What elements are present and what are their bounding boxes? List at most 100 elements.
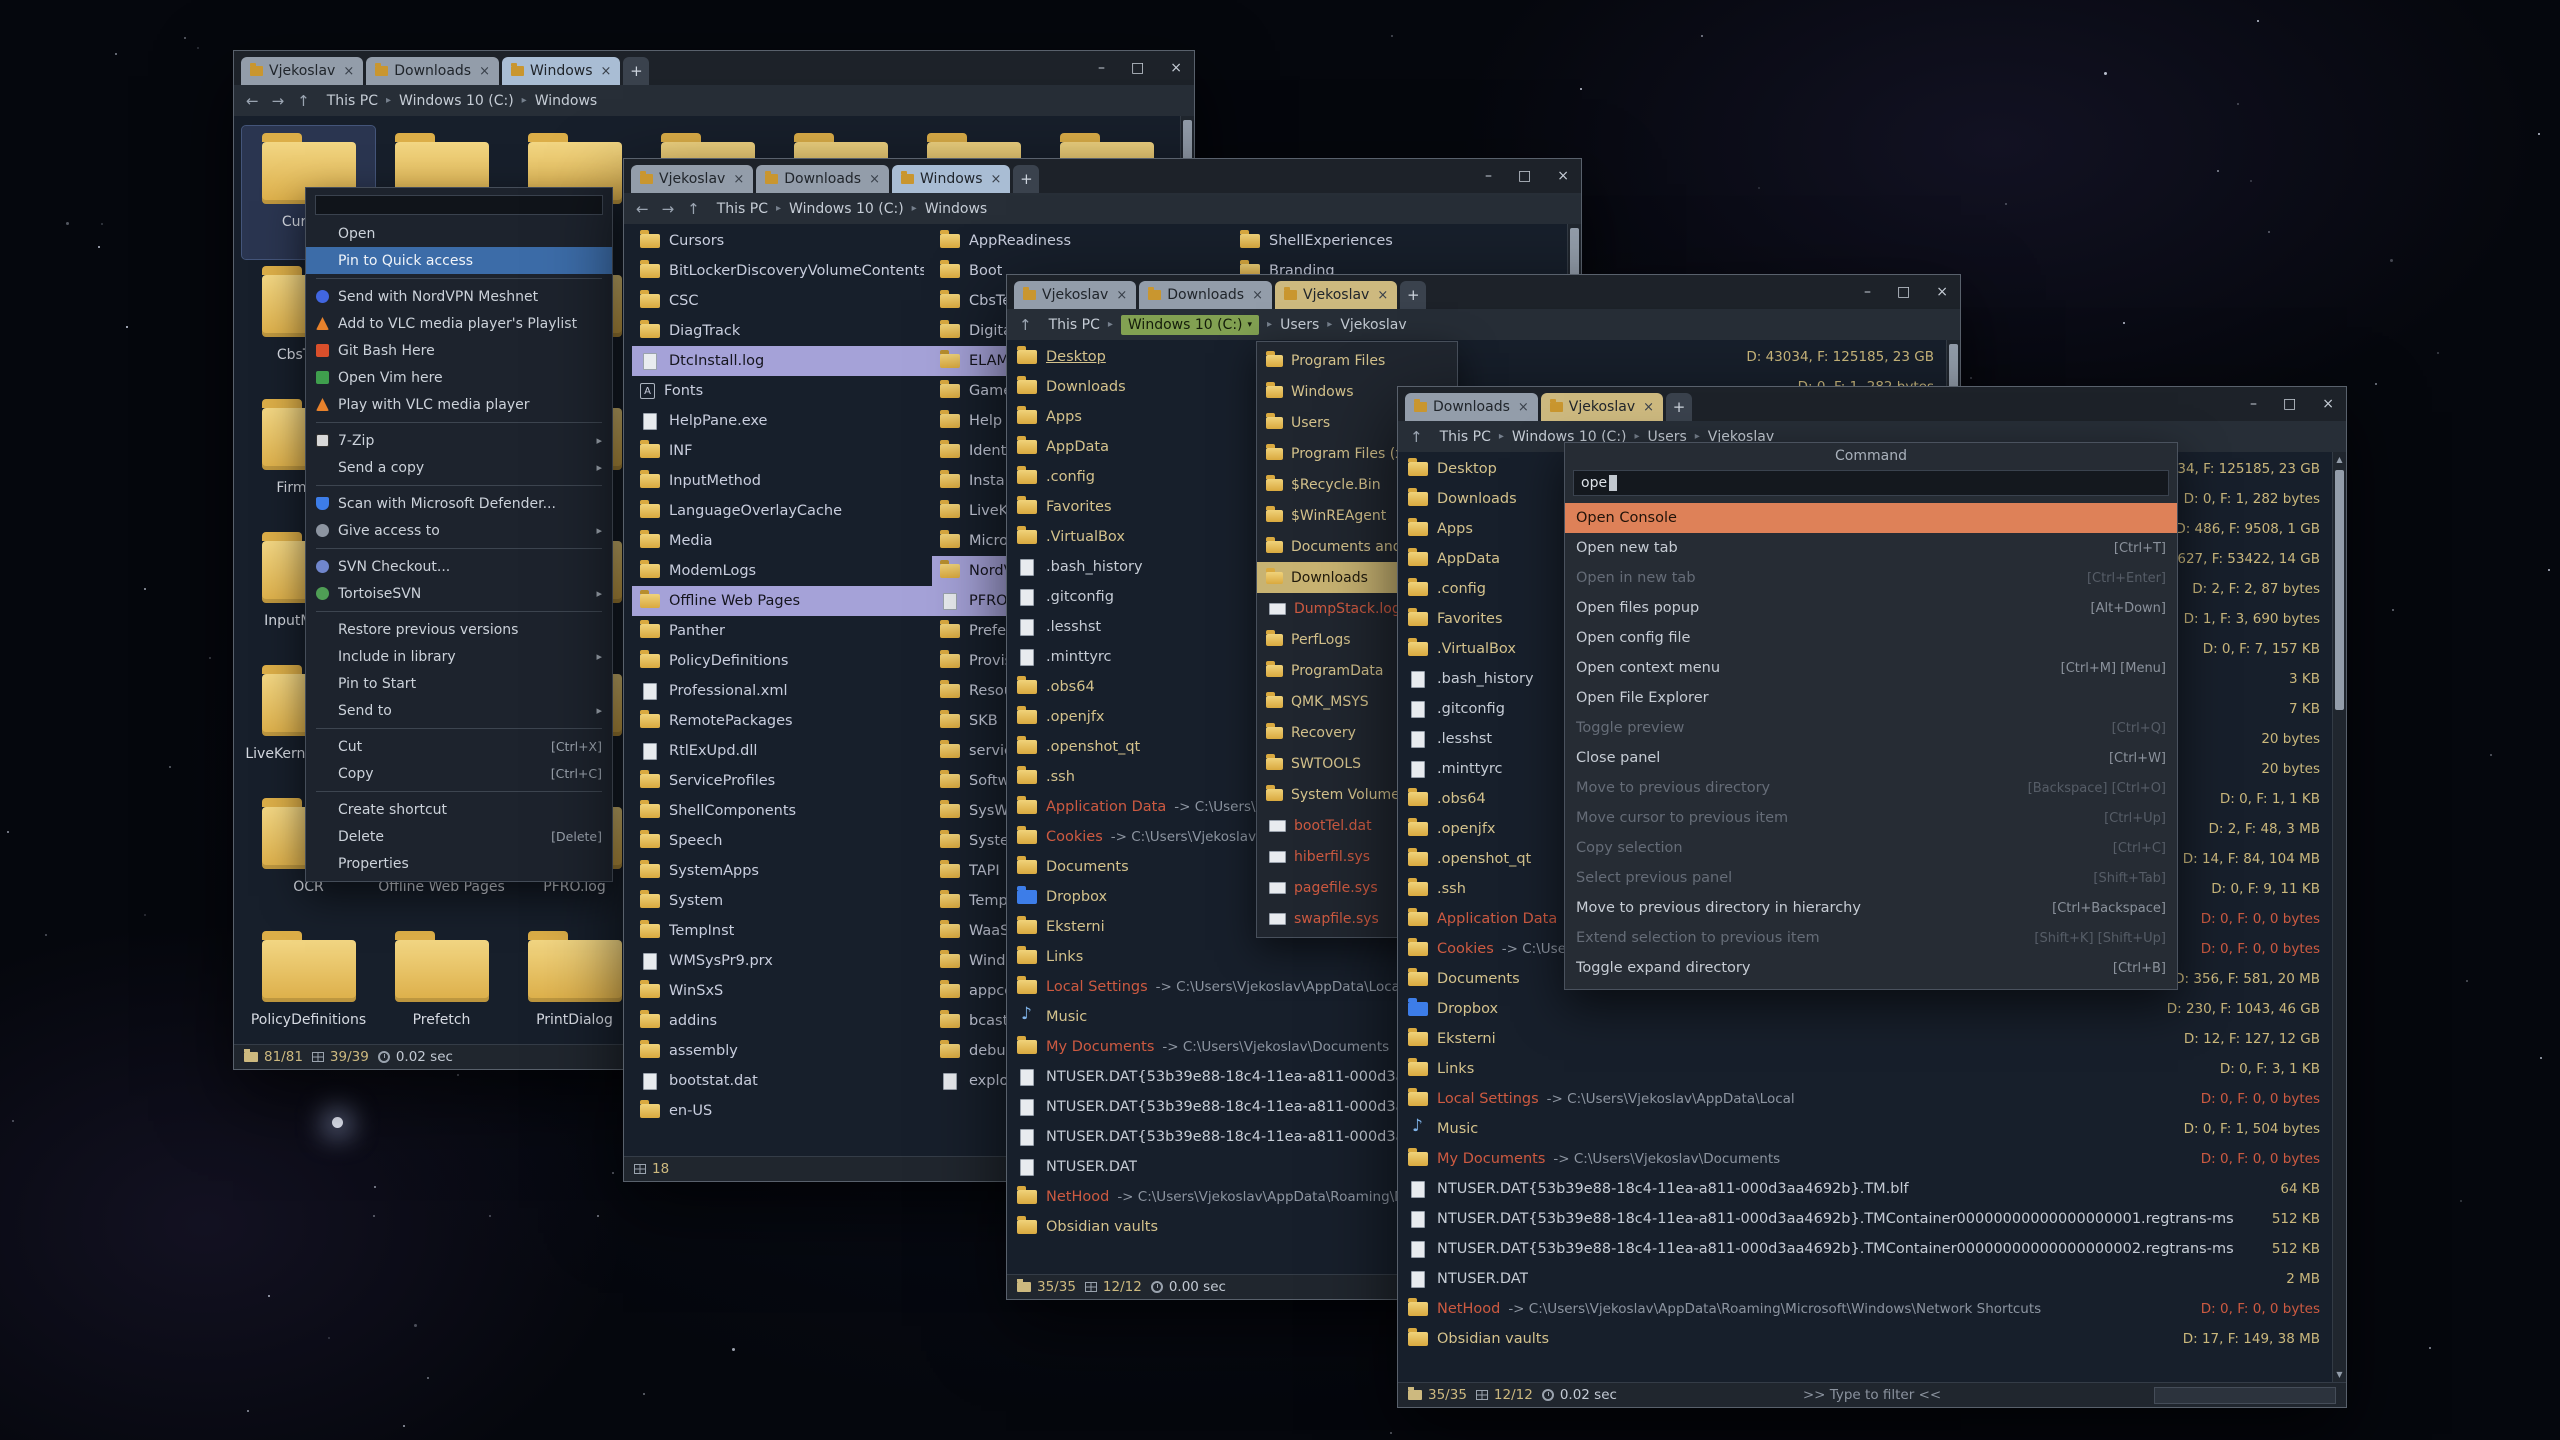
breadcrumb-segment[interactable]: Windows 10 (C:) ▸ bbox=[399, 93, 535, 109]
menu-item[interactable] bbox=[316, 548, 602, 549]
new-tab-button[interactable]: + bbox=[1013, 165, 1039, 193]
command-item[interactable]: Open Console bbox=[1565, 503, 2177, 533]
menu-item[interactable]: Create shortcut bbox=[306, 796, 612, 823]
command-item[interactable]: Move to previous directory in hierarchy … bbox=[1565, 893, 2177, 923]
tab-close-icon[interactable]: × bbox=[733, 173, 744, 186]
menu-item[interactable]: Pin to Quick access bbox=[306, 247, 612, 274]
file-row[interactable]: RtlExUpd.dll bbox=[632, 736, 932, 766]
tab-close-icon[interactable]: × bbox=[991, 173, 1002, 186]
back-icon[interactable]: ← bbox=[246, 92, 259, 110]
command-item[interactable]: Open File Explorer bbox=[1565, 683, 2177, 713]
file-row[interactable]: bootstat.dat bbox=[632, 1066, 932, 1096]
file-row[interactable]: NTUSER.DAT{53b39e88-18c4-11ea-a811-000d3… bbox=[1398, 1174, 2346, 1204]
tab[interactable]: Vjekoslav × bbox=[1275, 281, 1397, 309]
file-row[interactable]: ShellExperiences bbox=[1232, 226, 1532, 256]
menu-item[interactable]: Copy [Ctrl+C] bbox=[306, 760, 612, 787]
tab[interactable]: Downloads × bbox=[366, 57, 499, 85]
scrollbar-thumb[interactable] bbox=[2335, 470, 2344, 710]
new-tab-button[interactable]: + bbox=[1666, 393, 1692, 421]
menu-item[interactable]: Add to VLC media player's Playlist bbox=[306, 310, 612, 337]
file-row[interactable]: Media bbox=[632, 526, 932, 556]
command-item[interactable]: Toggle expand directory [Ctrl+B] bbox=[1565, 953, 2177, 983]
file-row[interactable]: ModemLogs bbox=[632, 556, 932, 586]
breadcrumb-segment[interactable]: Windows bbox=[535, 93, 598, 109]
file-row[interactable]: ShellComponents bbox=[632, 796, 932, 826]
menu-item[interactable] bbox=[316, 728, 602, 729]
tab[interactable]: Vjekoslav × bbox=[631, 165, 753, 193]
close-button[interactable]: × bbox=[2322, 396, 2334, 412]
tab-close-icon[interactable]: × bbox=[869, 173, 880, 186]
file-row[interactable]: Desktop D: 43034, F: 125185, 23 GB bbox=[1007, 342, 1960, 372]
file-row[interactable]: Fonts bbox=[632, 376, 932, 406]
file-row[interactable]: AppReadiness bbox=[932, 226, 1232, 256]
new-tab-button[interactable]: + bbox=[623, 57, 649, 85]
file-row[interactable]: Dropbox D: 230, F: 1043, 46 GB bbox=[1398, 994, 2346, 1024]
new-tab-button[interactable]: + bbox=[1400, 281, 1426, 309]
scroll-up-icon[interactable]: ▲ bbox=[2333, 453, 2346, 467]
file-row[interactable]: My Documents -> C:\Users\Vjekoslav\Docum… bbox=[1398, 1144, 2346, 1174]
maximize-button[interactable]: □ bbox=[1897, 284, 1910, 300]
status-filter-input[interactable] bbox=[2154, 1387, 2336, 1404]
file-row[interactable]: System bbox=[632, 886, 932, 916]
file-row[interactable]: assembly bbox=[632, 1036, 932, 1066]
tab[interactable]: Downloads × bbox=[756, 165, 889, 193]
tab-close-icon[interactable]: × bbox=[1643, 401, 1654, 414]
file-row[interactable]: InputMethod bbox=[632, 466, 932, 496]
command-item[interactable]: Toggle preview [Ctrl+Q] bbox=[1565, 713, 2177, 743]
menu-item[interactable]: TortoiseSVN ▸ bbox=[306, 580, 612, 607]
breadcrumb-segment[interactable]: Windows 10 (C:) ▸ bbox=[789, 201, 925, 217]
up-icon[interactable]: ↑ bbox=[1019, 316, 1032, 334]
breadcrumb-segment[interactable]: This PC ▸ bbox=[327, 93, 399, 109]
up-icon[interactable]: ↑ bbox=[297, 92, 310, 110]
back-icon[interactable]: ← bbox=[636, 200, 649, 218]
menu-item[interactable]: Open Vim here bbox=[306, 364, 612, 391]
close-button[interactable]: × bbox=[1557, 168, 1569, 184]
file-row[interactable]: Obsidian vaults D: 17, F: 149, 38 MB bbox=[1398, 1324, 2346, 1354]
tab[interactable]: Vjekoslav × bbox=[241, 57, 363, 85]
tab-close-icon[interactable]: × bbox=[479, 65, 490, 78]
tab[interactable]: Vjekoslav × bbox=[1541, 393, 1663, 421]
minimize-button[interactable]: – bbox=[2250, 396, 2257, 412]
tab-close-icon[interactable]: × bbox=[343, 65, 354, 78]
command-item[interactable]: Extend selection to previous item [Shift… bbox=[1565, 923, 2177, 953]
file-row[interactable]: Music D: 0, F: 1, 504 bytes bbox=[1398, 1114, 2346, 1144]
file-row[interactable]: Local Settings -> C:\Users\Vjekoslav\App… bbox=[1398, 1084, 2346, 1114]
command-item[interactable]: Move cursor to previous item [Ctrl+Up] bbox=[1565, 803, 2177, 833]
menu-item[interactable]: Delete [Delete] bbox=[306, 823, 612, 850]
file-row[interactable]: NetHood -> C:\Users\Vjekoslav\AppData\Ro… bbox=[1398, 1294, 2346, 1324]
breadcrumb-segment[interactable]: This PC ▸ bbox=[1440, 429, 1512, 445]
menu-filter-input[interactable] bbox=[315, 195, 603, 215]
menu-item[interactable]: Open bbox=[306, 220, 612, 247]
file-row[interactable]: Cursors bbox=[632, 226, 932, 256]
file-row[interactable]: NTUSER.DAT 2 MB bbox=[1398, 1264, 2346, 1294]
menu-item[interactable] bbox=[316, 485, 602, 486]
menu-item[interactable]: Properties bbox=[306, 850, 612, 877]
file-row[interactable]: Speech bbox=[632, 826, 932, 856]
menu-item[interactable] bbox=[316, 791, 602, 792]
menu-item[interactable]: Restore previous versions bbox=[306, 616, 612, 643]
file-row[interactable]: PolicyDefinitions bbox=[632, 646, 932, 676]
command-item[interactable]: Select previous panel [Shift+Tab] bbox=[1565, 863, 2177, 893]
menu-item[interactable]: Git Bash Here bbox=[306, 337, 612, 364]
tab[interactable]: Downloads × bbox=[1405, 393, 1538, 421]
scroll-down-icon[interactable]: ▼ bbox=[2333, 1368, 2346, 1382]
file-row[interactable]: CSC bbox=[632, 286, 932, 316]
close-button[interactable]: × bbox=[1170, 60, 1182, 76]
breadcrumb-segment[interactable]: This PC ▸ bbox=[717, 201, 789, 217]
file-row[interactable]: INF bbox=[632, 436, 932, 466]
close-button[interactable]: × bbox=[1936, 284, 1948, 300]
command-item[interactable]: Open in new tab [Ctrl+Enter] bbox=[1565, 563, 2177, 593]
command-item[interactable]: Open new tab [Ctrl+T] bbox=[1565, 533, 2177, 563]
menu-item[interactable]: Play with VLC media player bbox=[306, 391, 612, 418]
breadcrumb-segment[interactable]: This PC ▸ bbox=[1049, 317, 1121, 333]
menu-item[interactable]: 7-Zip ▸ bbox=[306, 427, 612, 454]
menu-item[interactable]: Send with NordVPN Meshnet bbox=[306, 283, 612, 310]
folder-item[interactable]: PolicyDefinitions bbox=[242, 924, 375, 1045]
up-icon[interactable]: ↑ bbox=[1410, 428, 1423, 446]
file-row[interactable]: Panther bbox=[632, 616, 932, 646]
file-row[interactable]: LanguageOverlayCache bbox=[632, 496, 932, 526]
command-item[interactable]: Open context menu [Ctrl+M] [Menu] bbox=[1565, 653, 2177, 683]
maximize-button[interactable]: □ bbox=[1131, 60, 1144, 76]
file-row[interactable]: BitLockerDiscoveryVolumeContents bbox=[632, 256, 932, 286]
folder-item[interactable]: Prefetch bbox=[375, 924, 508, 1045]
